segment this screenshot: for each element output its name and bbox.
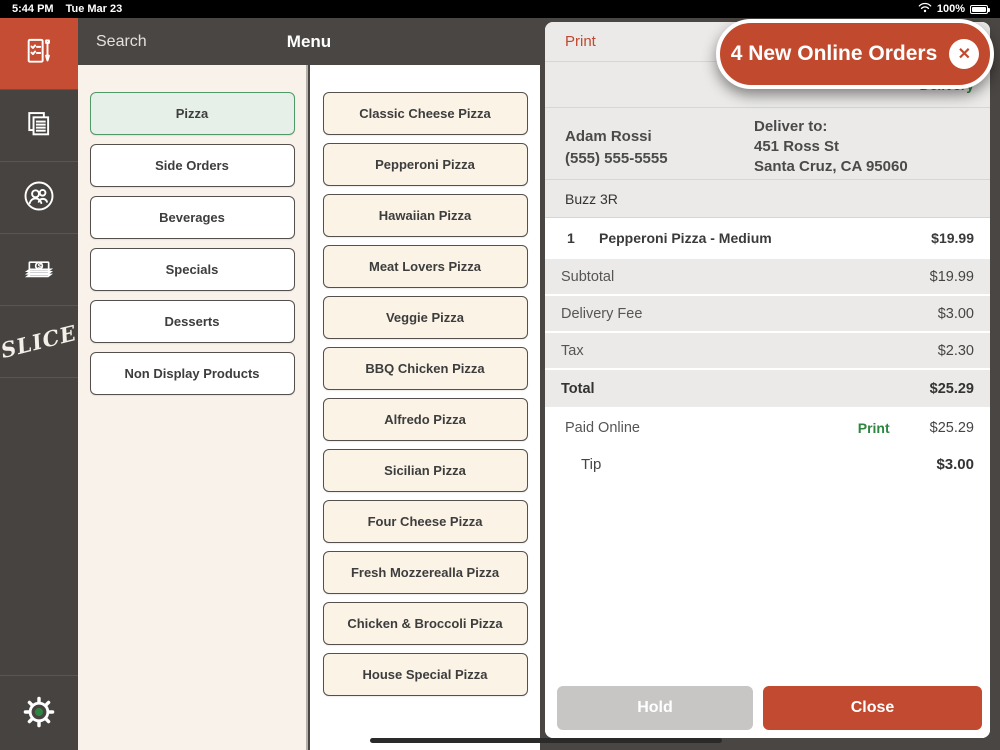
customer-contact: Adam Rossi (555) 555-5555 [565, 117, 754, 179]
paid-online-row: Paid Online Print $25.29 [545, 409, 990, 446]
item-quantity: 1 [567, 230, 599, 246]
settings-gear-button[interactable] [0, 675, 78, 750]
totals-list: Subtotal$19.99Delivery Fee$3.00Tax$2.30T… [545, 259, 990, 409]
total-row-value: $25.29 [930, 381, 974, 397]
total-row-label: Subtotal [561, 269, 614, 285]
menu-item-button-alfredo-pizza[interactable]: Alfredo Pizza [323, 398, 528, 441]
menu-item-button-house-special-pizza[interactable]: House Special Pizza [323, 653, 528, 696]
total-row-subtotal: Subtotal $19.99 [545, 259, 990, 294]
status-time: 5:44 PM [12, 3, 54, 15]
page-title: Menu [78, 18, 540, 65]
paid-print-link[interactable]: Print [858, 420, 890, 436]
sidebar-logo-slice: SLICE [0, 306, 78, 378]
delivery-note-row: Buzz 3R [545, 180, 990, 218]
sidebar: $ SLICE [0, 18, 78, 750]
slice-logo: SLICE [0, 320, 80, 363]
category-list: Pizza Side Orders Beverages Specials Dessert… [78, 65, 308, 750]
total-row-total: Total $25.29 [545, 370, 990, 407]
hold-button[interactable]: Hold [557, 686, 753, 730]
online-orders-notification[interactable]: 4 New Online Orders ✕ [716, 19, 994, 89]
sidebar-item-customers[interactable] [0, 162, 78, 234]
sidebar-item-orders[interactable] [0, 90, 78, 162]
total-row-delivery-fee: Delivery Fee $3.00 [545, 296, 990, 331]
delivery-note: Buzz 3R [565, 191, 618, 207]
order-actions-row: Hold Close [545, 686, 990, 738]
header-bar: Search Menu [78, 18, 540, 65]
item-price: $19.99 [931, 230, 974, 246]
print-button[interactable]: Print [545, 33, 596, 50]
address-line2: Santa Cruz, CA 95060 [754, 157, 974, 177]
tip-label: Tip [581, 456, 936, 473]
total-row-label: Total [561, 381, 595, 397]
customers-icon [21, 178, 57, 217]
tip-row: Tip $3.00 [545, 446, 990, 483]
sidebar-item-new-order[interactable] [0, 18, 78, 90]
total-row-value: $3.00 [938, 306, 974, 322]
menu-item-button-sicilian-pizza[interactable]: Sicilian Pizza [323, 449, 528, 492]
menu-item-button-bbq-chicken-pizza[interactable]: BBQ Chicken Pizza [323, 347, 528, 390]
sidebar-item-cash[interactable]: $ [0, 234, 78, 306]
menu-item-button-four-cheese-pizza[interactable]: Four Cheese Pizza [323, 500, 528, 543]
status-date: Tue Mar 23 [66, 3, 123, 15]
customer-name: Adam Rossi [565, 126, 754, 148]
order-item-row[interactable]: 1 Pepperoni Pizza - Medium $19.99 [545, 218, 990, 257]
menu-item-list: Classic Cheese Pizza Pepperoni Pizza Hawai… [310, 65, 540, 750]
deliver-to-label: Deliver to: [754, 117, 974, 137]
documents-icon [22, 107, 56, 144]
customer-phone: (555) 555-5555 [565, 148, 754, 170]
close-button[interactable]: Close [763, 686, 982, 730]
customer-info-row: Adam Rossi (555) 555-5555 Deliver to: 45… [545, 108, 990, 180]
pos-app-screen: 5:44 PM Tue Mar 23 100% [0, 0, 1000, 750]
svg-text:$: $ [38, 263, 42, 270]
menu-item-button-classic-cheese-pizza[interactable]: Classic Cheese Pizza [323, 92, 528, 135]
notification-text: 4 New Online Orders [731, 42, 938, 66]
category-button-pizza[interactable]: Pizza [90, 92, 295, 135]
home-indicator[interactable] [370, 738, 722, 743]
order-edit-icon [22, 35, 56, 72]
status-bar: 5:44 PM Tue Mar 23 100% [0, 0, 1000, 18]
category-button-specials[interactable]: Specials [90, 248, 295, 291]
category-button-non-display-products[interactable]: Non Display Products [90, 352, 295, 395]
category-button-side-orders[interactable]: Side Orders [90, 144, 295, 187]
gear-icon [19, 692, 59, 735]
order-card: Print Delivery Adam Rossi (555) 555-5555… [545, 22, 990, 738]
address-line1: 451 Ross St [754, 137, 974, 157]
menu-item-button-meat-lovers-pizza[interactable]: Meat Lovers Pizza [323, 245, 528, 288]
menu-item-button-veggie-pizza[interactable]: Veggie Pizza [323, 296, 528, 339]
tip-amount: $3.00 [936, 456, 974, 473]
x-icon: ✕ [958, 44, 971, 64]
paid-online-amount: $25.29 [930, 420, 974, 436]
total-row-tax: Tax $2.30 [545, 333, 990, 368]
category-button-beverages[interactable]: Beverages [90, 196, 295, 239]
total-row-value: $19.99 [930, 269, 974, 285]
menu-item-button-hawaiian-pizza[interactable]: Hawaiian Pizza [323, 194, 528, 237]
total-row-value: $2.30 [938, 343, 974, 359]
delivery-address: Deliver to: 451 Ross St Santa Cruz, CA 9… [754, 117, 974, 179]
wifi-icon [918, 2, 932, 16]
battery-percent: 100% [937, 3, 965, 15]
total-row-label: Delivery Fee [561, 306, 642, 322]
paid-online-label: Paid Online [565, 420, 858, 436]
category-button-desserts[interactable]: Desserts [90, 300, 295, 343]
item-name: Pepperoni Pizza - Medium [599, 230, 931, 246]
cash-icon: $ [21, 250, 57, 289]
notification-close-button[interactable]: ✕ [949, 39, 979, 69]
menu-item-button-fresh-mozzerealla-pizza[interactable]: Fresh Mozzerealla Pizza [323, 551, 528, 594]
menu-item-button-chicken-broccoli-pizza[interactable]: Chicken & Broccoli Pizza [323, 602, 528, 645]
order-card-spacer [545, 483, 990, 686]
total-row-label: Tax [561, 343, 584, 359]
menu-item-button-pepperoni-pizza[interactable]: Pepperoni Pizza [323, 143, 528, 186]
sidebar-spacer [0, 378, 78, 675]
battery-icon [970, 5, 988, 14]
